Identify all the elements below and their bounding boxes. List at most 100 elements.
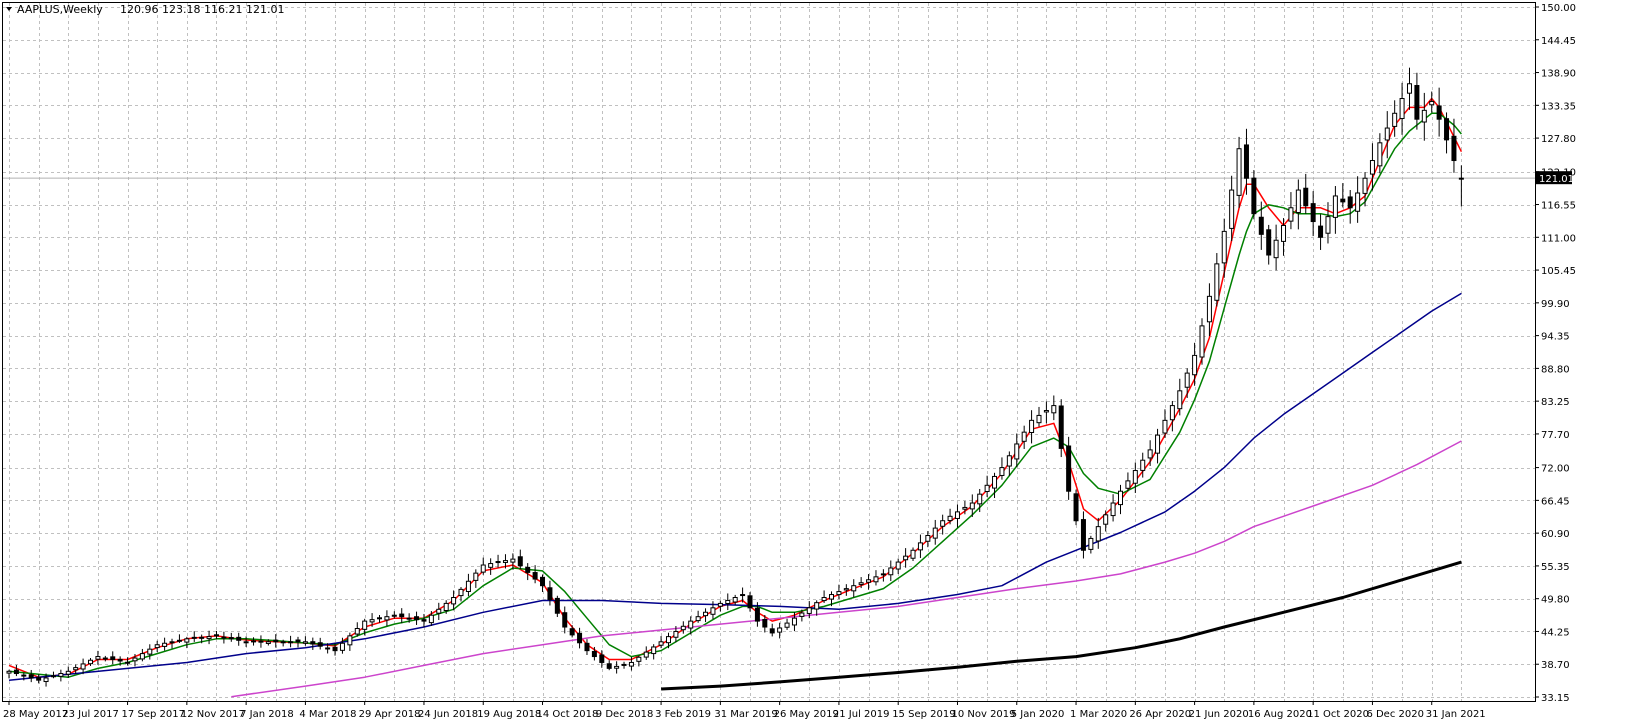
candle-body — [162, 642, 168, 647]
candle-body — [562, 612, 568, 628]
candle-body — [1132, 470, 1138, 484]
y-tick-label: 72.00 — [1541, 464, 1570, 475]
x-tick-label: 17 Sep 2017 — [122, 709, 185, 720]
x-tick-label: 16 Aug 2020 — [1248, 709, 1312, 720]
candle-body — [932, 527, 938, 539]
candle-body — [236, 636, 242, 641]
candle-body — [13, 669, 19, 675]
candle-body — [1043, 410, 1049, 413]
candle-body — [1155, 434, 1161, 454]
candle-body — [1058, 405, 1064, 449]
candle-body — [184, 638, 190, 643]
candle-body — [391, 614, 397, 617]
candle-body — [443, 602, 449, 612]
candle-body — [1140, 459, 1146, 471]
candle-body — [1118, 490, 1123, 506]
candle-body — [1310, 203, 1316, 223]
candle-body — [517, 556, 523, 567]
candle-body — [843, 588, 849, 591]
x-tick-label: 14 Oct 2018 — [537, 709, 599, 720]
candle-body — [169, 641, 175, 644]
candle-body — [814, 602, 820, 610]
candle-body — [1169, 405, 1175, 421]
candle[interactable] — [1058, 399, 1064, 458]
candle-body — [473, 572, 479, 581]
candle-body — [880, 573, 886, 576]
candle-body — [458, 588, 464, 597]
y-tick-label: 116.55 — [1541, 201, 1576, 212]
candle-body — [273, 639, 279, 643]
candle-body — [947, 515, 953, 522]
candle-body — [1362, 177, 1368, 194]
candle-body — [1147, 449, 1153, 459]
candle-body — [139, 653, 145, 660]
candle-body — [1436, 105, 1442, 120]
candle-body — [1347, 196, 1353, 209]
candle-body — [428, 614, 434, 624]
y-tick-label: 105.45 — [1541, 266, 1576, 277]
candle-body — [1199, 325, 1205, 358]
candle-body — [1399, 98, 1405, 119]
y-tick-label: 138.90 — [1541, 69, 1576, 80]
y-tick-label: 150.00 — [1541, 3, 1576, 14]
y-tick-label: 144.45 — [1541, 36, 1576, 47]
last-price-label: 121.01 — [1539, 174, 1574, 185]
candle-body — [695, 616, 701, 622]
candle-body — [740, 594, 746, 597]
candle-body — [784, 622, 790, 628]
candle-body — [213, 634, 219, 637]
chart-root: 150.00144.45138.90133.35127.80122.10116.… — [0, 0, 1636, 728]
candle-body — [1377, 142, 1383, 167]
candle-body — [36, 677, 42, 681]
x-tick-label: 28 May 2017 — [3, 709, 68, 720]
candle-body — [584, 642, 590, 652]
candle-body — [28, 674, 34, 679]
candle-body — [1303, 187, 1309, 207]
candle-body — [851, 585, 857, 592]
candle-body — [251, 640, 257, 643]
x-tick-label: 7 Jan 2018 — [240, 709, 294, 720]
candle-body — [1392, 112, 1398, 127]
candle-body — [258, 640, 264, 643]
candle-body — [1066, 445, 1072, 492]
candle-body — [1414, 85, 1420, 120]
candle-body — [354, 628, 360, 635]
candle-body — [866, 579, 872, 583]
candle-body — [525, 566, 531, 573]
candle-body — [176, 639, 182, 642]
candle-body — [969, 502, 975, 510]
candle-body — [1384, 127, 1390, 141]
candle-body — [347, 635, 353, 646]
candle-body — [1318, 225, 1324, 238]
candle-body — [1340, 198, 1346, 203]
candle-body — [621, 663, 627, 666]
candle-body — [554, 597, 560, 614]
x-tick-label: 24 Jun 2018 — [418, 709, 478, 720]
candle-body — [480, 564, 486, 573]
candle-body — [495, 561, 501, 564]
y-tick-label: 38.70 — [1541, 660, 1570, 671]
candle-body — [125, 661, 131, 664]
candle-body — [1162, 419, 1168, 434]
candle-body — [295, 639, 301, 643]
candle[interactable] — [1066, 436, 1072, 500]
candle-body — [717, 602, 723, 607]
candle-body — [1192, 354, 1198, 376]
candle-body — [436, 608, 442, 614]
candle-body — [510, 558, 516, 563]
candle-body — [643, 651, 649, 658]
candle-body — [1006, 455, 1012, 467]
candle-body — [243, 641, 249, 644]
candle-body — [302, 641, 308, 644]
candle-body — [829, 594, 835, 600]
candle[interactable] — [1073, 489, 1079, 526]
candle-body — [1406, 83, 1412, 94]
candle-body — [58, 673, 64, 677]
candle-body — [1125, 480, 1131, 489]
x-tick-label: 10 Nov 2019 — [951, 709, 1015, 720]
candle-body — [962, 506, 968, 510]
candle-body — [65, 670, 71, 675]
candle-body — [1021, 431, 1027, 442]
x-tick-label: 6 Dec 2020 — [1366, 709, 1424, 720]
candle-body — [636, 656, 642, 662]
